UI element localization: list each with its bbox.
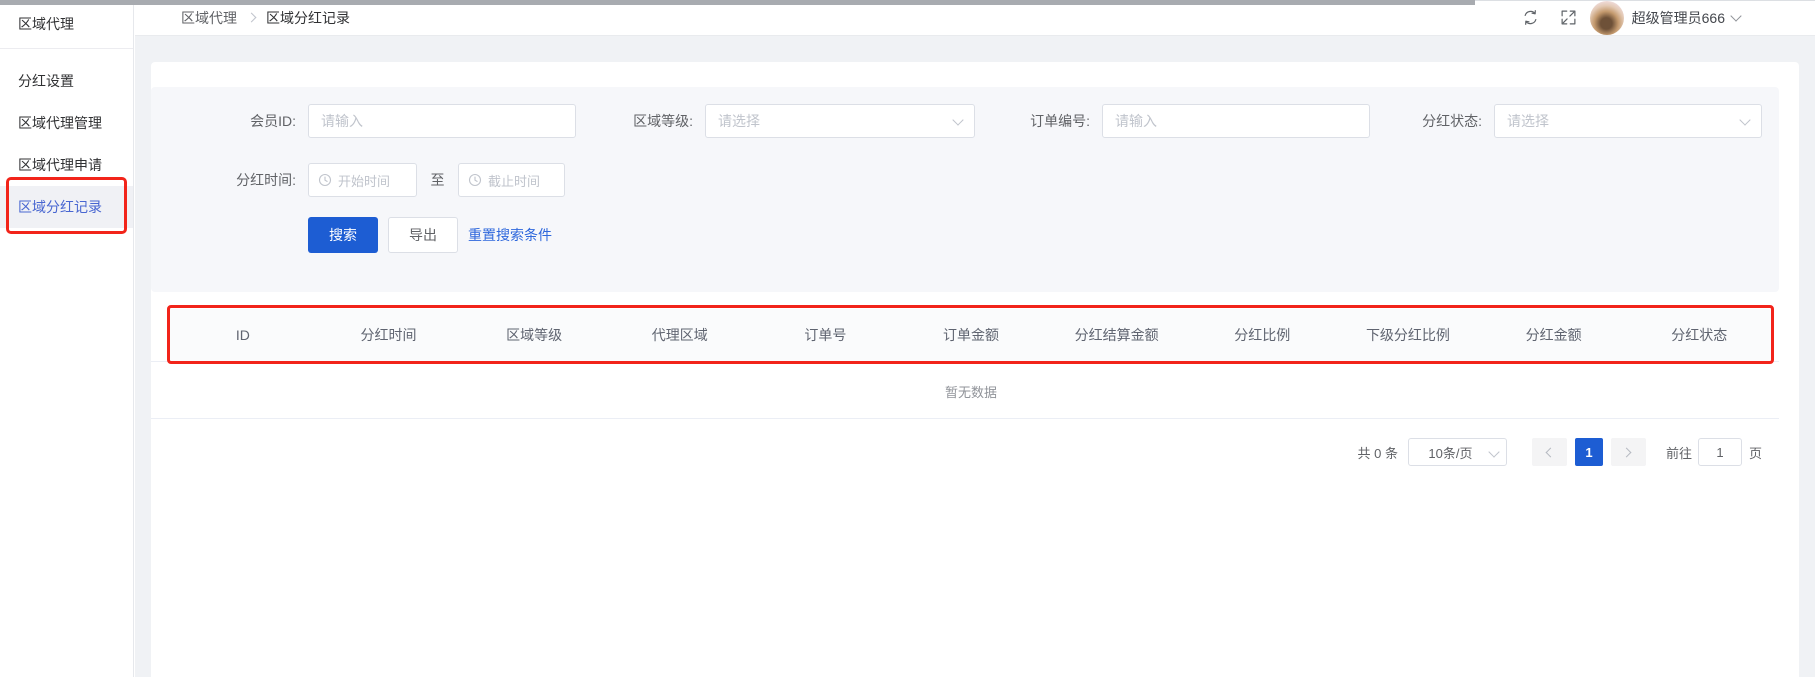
chevron-down-icon [1730,10,1741,21]
dividend-time-label: 分红时间: [151,163,308,197]
reset-search-link[interactable]: 重置搜索条件 [468,217,552,253]
window-edge-strip [0,0,1475,5]
prev-page-button[interactable] [1532,438,1567,466]
dividend-status-select[interactable]: 请选择 [1494,104,1762,138]
column-header-dividend-status: 分红状态 [1626,325,1772,345]
column-header-id: ID [170,327,316,343]
pagination-total: 共 0 条 [1358,443,1398,462]
export-button[interactable]: 导出 [388,217,458,253]
chevron-down-icon [952,114,963,125]
chevron-down-icon [1488,446,1499,457]
button-row-spacer [151,217,308,253]
goto-page-input[interactable] [1698,438,1742,466]
sidebar-item-region-agent-management[interactable]: 区域代理管理 [0,102,133,144]
column-header-agent-region: 代理区域 [607,325,753,345]
column-header-dividend-time: 分红时间 [316,325,462,345]
sidebar-item-region-agent-application[interactable]: 区域代理申请 [0,144,133,186]
sidebar: 区域代理 分红设置 区域代理管理 区域代理申请 区域分红记录 [0,0,134,677]
order-no-label: 订单编号: [975,104,1102,138]
date-range-to-label: 至 [417,163,458,197]
clock-icon [468,173,482,187]
current-page-button[interactable]: 1 [1575,438,1603,466]
screen: 区域代理 分红设置 区域代理管理 区域代理申请 区域分红记录 区域代理 区域分红… [0,0,1815,677]
column-header-dividend-ratio: 分红比例 [1189,325,1335,345]
app-header: 区域代理 区域分红记录 [135,0,1815,36]
next-page-button[interactable] [1611,438,1646,466]
member-id-label: 会员ID: [151,104,308,138]
dividend-status-label: 分红状态: [1370,104,1494,138]
chevron-right-icon [1622,447,1632,457]
member-id-input[interactable] [309,105,575,137]
region-level-label: 区域等级: [576,104,705,138]
pagination: 共 0 条 10条/页 1 前往 页 [1358,437,1763,467]
user-menu[interactable]: 超级管理员666 [1632,8,1725,28]
order-no-input[interactable] [1103,105,1369,137]
table-bottom-divider [151,418,1779,419]
region-level-placeholder: 请选择 [718,111,760,131]
column-header-sub-dividend-ratio: 下级分红比例 [1335,325,1481,345]
table-header-underline [151,361,1779,362]
breadcrumb: 区域代理 区域分红记录 [181,8,350,28]
filter-row-3: 搜索 导出 重置搜索条件 [151,217,1779,253]
refresh-icon[interactable] [1522,9,1539,26]
column-header-region-level: 区域等级 [461,325,607,345]
content-card: 会员ID: 区域等级: 请选择 订单编号: 分红状态: 请选 [151,62,1799,677]
member-id-field[interactable] [308,104,576,138]
order-no-field[interactable] [1102,104,1370,138]
breadcrumb-current-page: 区域分红记录 [266,8,350,28]
chevron-down-icon [1739,114,1750,125]
column-header-order-no: 订单号 [753,325,899,345]
window-edge-hairline [1475,0,1815,1]
table-empty-text: 暂无数据 [170,382,1772,401]
sidebar-item-region-dividend-records[interactable]: 区域分红记录 [0,186,133,228]
page-size-value: 10条/页 [1428,443,1486,462]
breadcrumb-separator-icon [247,13,257,23]
dividend-status-placeholder: 请选择 [1507,111,1549,131]
filter-row-1: 会员ID: 区域等级: 请选择 订单编号: 分红状态: 请选 [151,104,1779,138]
sidebar-item-dividend-settings[interactable]: 分红设置 [0,60,133,102]
search-button[interactable]: 搜索 [308,217,378,253]
filter-panel: 会员ID: 区域等级: 请选择 订单编号: 分红状态: 请选 [151,87,1779,292]
sidebar-title: 区域代理 [0,0,133,49]
chevron-left-icon [1546,447,1556,457]
sidebar-menu: 分红设置 区域代理管理 区域代理申请 区域分红记录 [0,49,133,228]
column-header-dividend-amount: 分红金额 [1481,325,1627,345]
breadcrumb-item-region-agent[interactable]: 区域代理 [181,8,237,28]
start-time-placeholder: 开始时间 [338,171,390,190]
header-actions: 超级管理员666 [1522,1,1740,35]
fullscreen-icon[interactable] [1560,9,1577,26]
region-level-select[interactable]: 请选择 [705,104,975,138]
filter-row-2: 分红时间: 开始时间 至 截止时间 [151,163,1779,197]
end-time-placeholder: 截止时间 [488,171,540,190]
column-header-order-amount: 订单金额 [898,325,1044,345]
end-time-picker[interactable]: 截止时间 [458,163,565,197]
start-time-picker[interactable]: 开始时间 [308,163,417,197]
table-header-row: ID 分红时间 区域等级 代理区域 订单号 订单金额 分红结算金额 分红比例 下… [170,309,1772,361]
page-size-select[interactable]: 10条/页 [1408,438,1507,466]
page-background: 会员ID: 区域等级: 请选择 订单编号: 分红状态: 请选 [135,36,1815,677]
column-header-settlement-amount: 分红结算金额 [1044,325,1190,345]
goto-label: 前往 [1666,443,1692,462]
avatar[interactable] [1590,1,1624,35]
clock-icon [318,173,332,187]
page-unit-label: 页 [1749,443,1762,462]
